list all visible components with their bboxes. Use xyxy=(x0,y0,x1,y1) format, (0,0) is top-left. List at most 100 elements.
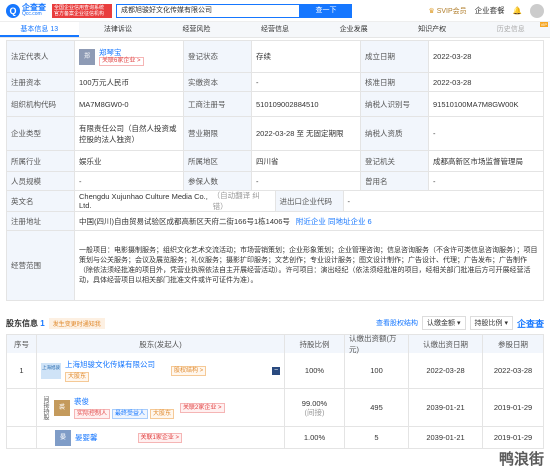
related-companies-tag[interactable]: 关联2家企业 > xyxy=(180,402,225,413)
indirect-shareholder-cell: 晏 晏婴馨 关联1家企业 > xyxy=(37,427,285,448)
region-value: 四川省 xyxy=(252,151,361,171)
legal-rep-cell: 郑 郑琴宝 关联6家企业 > xyxy=(75,41,184,72)
shareholder-name[interactable]: 上海旭骏文化传媒有限公司 xyxy=(65,359,155,370)
legal-rep-related-tag[interactable]: 关联6家企业 > xyxy=(99,56,144,66)
org-code-value: MA7M8GW0-0 xyxy=(75,92,184,116)
official-badge: 全国企业信用查询系统 官方备案企业征信机构 xyxy=(52,3,112,18)
address-links[interactable]: 附近企业 同地址企业 6 xyxy=(296,216,372,227)
actual-controller-tag: 实际控制人 xyxy=(74,409,111,419)
legal-rep-avatar[interactable]: 郑 xyxy=(79,48,95,65)
paid-capital-value: - xyxy=(252,73,361,91)
shareholder-cell: 上海旭骏 上海旭骏文化传媒有限公司 大股东 股权结构 > − xyxy=(37,353,285,388)
industry-value: 娱乐业 xyxy=(75,151,184,171)
former-name-label: 曾用名 xyxy=(361,172,429,190)
svip-link[interactable]: ♛ SVIP会员 xyxy=(428,6,466,16)
taxpayer-no-label: 纳税人识别号 xyxy=(361,92,429,116)
import-export-label: 进出口企业代码 xyxy=(275,191,344,211)
person-avatar[interactable]: 裘 xyxy=(54,399,70,416)
address-cell: 中国(四川)自由贸易试验区成都高新区天府二街166号1栋1406号 附近企业 同… xyxy=(75,212,544,230)
tab-operation[interactable]: 经营信息 xyxy=(236,22,315,37)
top-bar: Q 企查查 Qcc.com 全国企业信用查询系统 官方备案企业征信机构 成都旭骏… xyxy=(0,0,550,22)
tab-lawsuits[interactable]: 法律诉讼 xyxy=(79,22,158,37)
notify-button[interactable]: 发生变更时通知我 xyxy=(48,317,105,329)
scope-value: 一般项目：电影摄制服务；组织文化艺术交流活动；市场营销策划；企业形象策划；企业管… xyxy=(75,231,544,300)
en-name-cell: Chengdu Xujunhao Culture Media Co., Ltd.… xyxy=(75,191,276,211)
amount-value: 100 xyxy=(345,353,409,388)
taxpayer-q-label: 纳税人资质 xyxy=(361,117,429,150)
en-name-label: 英文名 xyxy=(7,191,75,211)
row-index: 1 xyxy=(7,353,37,388)
scope-label: 经营范围 xyxy=(7,231,75,300)
join-date-value: 2022-03-28 xyxy=(483,353,544,388)
staff-value: - xyxy=(75,172,184,190)
staff-label: 人员规模 xyxy=(7,172,75,190)
region-label: 所属地区 xyxy=(184,151,252,171)
search-input[interactable]: 成都旭骏好文化传媒有限公司 xyxy=(116,3,300,18)
vip-tag: VIP xyxy=(539,22,549,27)
main-tabs: 基本信息 13 法律诉讼 经营风险 经营信息 企业发展 知识产权 历史信息 VIP xyxy=(0,22,550,38)
biz-reg-no-label: 工商注册号 xyxy=(184,92,252,116)
reg-authority-label: 登记机关 xyxy=(361,151,429,171)
type-label: 企业类型 xyxy=(7,117,75,150)
table-row-indirect: 晏 晏婴馨 关联1家企业 > 1.00% 5 2039-01-21 2019-0… xyxy=(7,427,544,449)
person-name[interactable]: 裘俊 xyxy=(74,396,174,407)
enterprise-link[interactable]: 企业套餐 xyxy=(475,5,505,16)
qcc-logo-icon: Q xyxy=(6,3,20,18)
person-name[interactable]: 晏婴馨 xyxy=(75,432,98,443)
auto-translate-link[interactable]: （自动翻译 纠错） xyxy=(213,190,271,212)
sort-ratio-dropdown[interactable]: 持股比例 ▾ xyxy=(469,316,513,330)
beneficiary-tag: 最终受益人 xyxy=(112,409,149,419)
sub-date-value: 2039-01-21 xyxy=(409,389,483,426)
import-export-value: - xyxy=(344,191,544,211)
reg-status-value: 存续 xyxy=(252,41,361,72)
major-shareholder-tag: 大股东 xyxy=(65,372,90,382)
join-date-value: 2019-01-29 xyxy=(483,427,544,448)
insured-value: - xyxy=(252,172,361,190)
reg-authority-value: 成都高新区市场监督管理局 xyxy=(429,151,544,171)
ratio-value: 1.00% xyxy=(285,427,345,448)
related-companies-tag[interactable]: 关联1家企业 > xyxy=(137,432,183,443)
equity-structure-tag[interactable]: 股权结构 > xyxy=(171,365,207,376)
collapse-icon[interactable]: − xyxy=(272,366,280,375)
reg-capital-value: 100万元人民币 xyxy=(75,73,184,91)
sub-date-value: 2039-01-21 xyxy=(409,427,483,448)
tab-risk[interactable]: 经营风险 xyxy=(157,22,236,37)
search-button[interactable]: 查一下 xyxy=(300,3,352,18)
join-date-value: 2019-01-29 xyxy=(483,389,544,426)
address-label: 注册地址 xyxy=(7,212,75,230)
shareholders-header: 股东信息 1 发生变更时通知我 查看股权结构 认缴金额 ▾ 持股比例 ▾ 企查查 xyxy=(6,315,544,331)
est-date-value: 2022-03-28 xyxy=(429,41,544,72)
org-code-label: 组织机构代码 xyxy=(7,92,75,116)
shareholders-table: 序号 股东(发起人) 持股比例 认缴出资额(万元) 认缴出资日期 参股日期 1 … xyxy=(6,334,544,449)
type-value: 有限责任公司（自然人投资或控股的法人独资） xyxy=(75,117,184,150)
former-name-value: - xyxy=(429,172,544,190)
sort-amount-dropdown[interactable]: 认缴金额 ▾ xyxy=(422,316,466,330)
biz-reg-no-value: 510109002884510 xyxy=(252,92,361,116)
address-value: 中国(四川)自由贸易试验区成都高新区天府二街166号1栋1406号 xyxy=(79,216,290,226)
paid-capital-label: 实缴资本 xyxy=(184,73,252,91)
indirect-shareholder-cell: 间接持股 裘 裘俊 实际控制人 最终受益人 大股东 关联2家企业 > xyxy=(37,389,285,426)
ratio-value: 100% xyxy=(285,353,345,388)
crown-icon: ♛ xyxy=(428,7,435,15)
ratio-value: 99.00% (间接) xyxy=(285,389,345,426)
approve-date-value: 2022-03-28 xyxy=(429,73,544,91)
bell-icon[interactable]: 🔔 xyxy=(513,6,522,15)
legal-rep-name[interactable]: 郑琴宝 xyxy=(99,48,144,57)
tab-basic-info[interactable]: 基本信息 13 xyxy=(0,22,79,37)
logo[interactable]: Q 企查查 Qcc.com xyxy=(6,3,52,18)
tab-ip[interactable]: 知识产权 xyxy=(393,22,472,37)
insured-label: 参保人数 xyxy=(184,172,252,190)
qcc-watermark-logo: 企查查 xyxy=(516,318,544,329)
amount-value: 5 xyxy=(345,427,409,448)
en-name-value: Chengdu Xujunhao Culture Media Co., Ltd. xyxy=(79,192,208,210)
tab-development[interactable]: 企业发展 xyxy=(314,22,393,37)
term-value: 2022-03-28 至 无固定期限 xyxy=(252,117,361,150)
person-avatar[interactable]: 晏 xyxy=(55,429,71,446)
shareholders-title: 股东信息 1 xyxy=(6,318,45,328)
tab-history[interactable]: 历史信息 VIP xyxy=(471,22,550,37)
table-row: 1 上海旭骏 上海旭骏文化传媒有限公司 大股东 股权结构 > − 100% 10… xyxy=(7,353,544,389)
equity-structure-link[interactable]: 查看股权结构 xyxy=(376,318,418,328)
table-header: 序号 股东(发起人) 持股比例 认缴出资额(万元) 认缴出资日期 参股日期 xyxy=(7,334,544,354)
user-avatar[interactable] xyxy=(530,3,544,18)
major-shareholder-tag: 大股东 xyxy=(150,409,175,419)
